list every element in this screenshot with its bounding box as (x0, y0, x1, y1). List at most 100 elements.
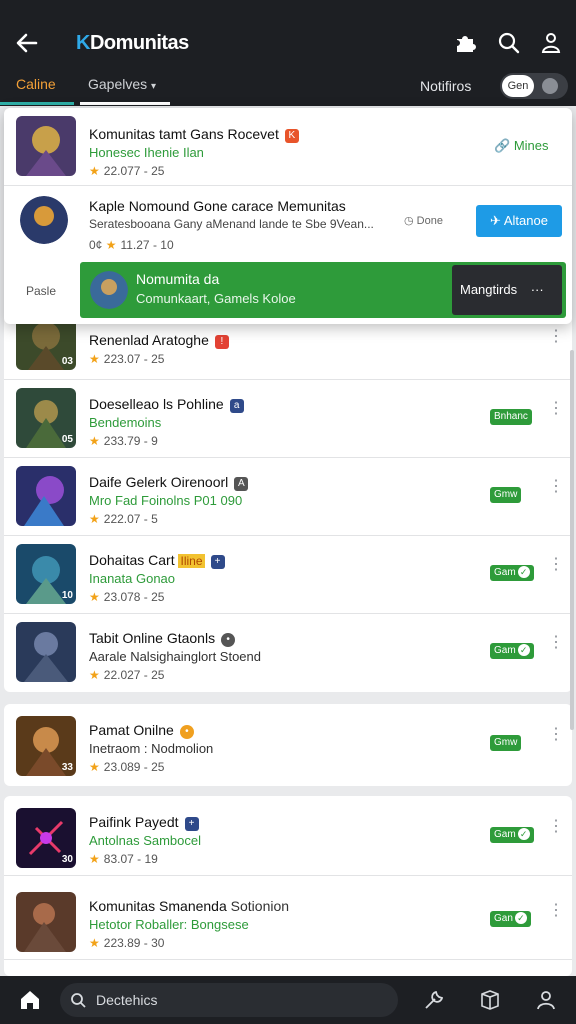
status-badge: Gmw (490, 735, 522, 751)
home-icon[interactable] (18, 988, 42, 1012)
more-horizontal-icon[interactable]: ··· (531, 282, 544, 297)
game-thumbnail (16, 892, 76, 952)
more-vertical-icon[interactable]: ⋮ (548, 819, 564, 835)
clock-icon: ◷ (404, 215, 414, 227)
game-thumbnail: 05 (16, 388, 76, 448)
game-rating: 223.07 - 25 (103, 352, 165, 366)
puzzle-icon[interactable] (452, 30, 478, 56)
star-icon: ★ (89, 668, 100, 682)
level-badge: 05 (61, 434, 73, 445)
list-item[interactable]: 10 Dohaitas Cart Iline + Inanata Gonao ★ 2… (4, 534, 572, 614)
game-rating: 233.79 - 9 (103, 434, 158, 448)
status-label: Gam (494, 645, 516, 656)
list-item[interactable]: 33 Pamat Onilne • Inetraom : Nodmolion ★ 2… (4, 704, 572, 784)
popup-meta: ★ 22.077 - 25 (89, 164, 164, 178)
paste-label[interactable]: Pasle (26, 284, 56, 298)
more-vertical-icon[interactable]: ⋮ (548, 401, 564, 417)
game-meta: ★ 223.07 - 25 (89, 352, 164, 366)
popup-item[interactable]: Kaple Nomound Gone carace Memunitas Sera… (4, 186, 572, 264)
search-input[interactable]: Dectehics (60, 983, 398, 1017)
chevron-down-icon: ▾ (151, 81, 157, 92)
check-icon: ✓ (517, 566, 530, 578)
more-vertical-icon[interactable]: ⋮ (548, 903, 564, 919)
game-tag: Iline (178, 554, 205, 568)
search-icon (71, 993, 86, 1008)
more-vertical-icon[interactable]: ⋮ (548, 727, 564, 743)
game-thumbnail: 10 (16, 544, 76, 604)
list-item[interactable]: 05 Doeselleao ls Pohline a Bendemoins ★ 23… (4, 378, 572, 458)
wrench-icon[interactable] (422, 988, 446, 1012)
more-vertical-icon[interactable]: ⋮ (548, 557, 564, 573)
game-rating: 83.07 - 19 (103, 852, 158, 866)
game-badge: ! (214, 335, 229, 349)
toggle-knob (542, 78, 558, 94)
toggle-label: Gen (502, 75, 534, 97)
list-item[interactable]: 30 Paifink Payedt + Antolnas Sambocel ★ 83… (4, 796, 572, 876)
game-title: Tabit Online Gtaonls • (89, 630, 236, 647)
toast-subtitle: Comunkaart, Gamels Koloe (136, 291, 296, 306)
more-vertical-icon[interactable]: ⋮ (548, 329, 564, 345)
notifications-toggle[interactable]: Gen (500, 73, 568, 99)
game-title: Komunitas Smanenda Sotionion (89, 898, 289, 914)
list-item[interactable]: Tabit Online Gtaonls • Aarale Nalsighaing… (4, 612, 572, 692)
popup-badge: K (284, 129, 299, 143)
level-badge: 10 (61, 590, 73, 601)
game-rating: 222.07 - 5 (103, 512, 158, 526)
game-meta: ★ 233.79 - 9 (89, 434, 158, 448)
star-icon: ★ (89, 936, 100, 950)
star-icon: ★ (105, 238, 117, 252)
app-title-k: K (76, 32, 90, 54)
game-badge: • (179, 725, 194, 739)
active-tab-indicator (0, 102, 74, 105)
title-row: KDomunitas (0, 22, 576, 66)
back-arrow-icon[interactable] (14, 30, 42, 58)
list-item[interactable]: Komunitas Smanenda Sotionion Hetotor Rob… (4, 880, 572, 960)
star-icon: ★ (89, 760, 100, 774)
game-thumbnail (16, 622, 76, 682)
list-item[interactable]: Daife Gelerk Oirenoorl A Mro Fad Foinolns… (4, 456, 572, 536)
status-badge: Gam ✓ (490, 643, 534, 659)
popup-title-text: Komunitas tamt Gans Rocevet (89, 126, 279, 142)
check-icon: ✓ (517, 644, 530, 656)
star-icon: ★ (89, 852, 100, 866)
more-vertical-icon[interactable]: ⋮ (548, 635, 564, 651)
game-subtitle: Hetotor Roballer: Bongsese (89, 917, 249, 932)
mines-label: Mines (513, 138, 549, 153)
tab-caline[interactable]: Caline (16, 76, 56, 92)
tab-gapelves[interactable]: Gapelves ▾ (88, 76, 156, 92)
altanoe-button[interactable]: ✈ Altanoe (476, 205, 562, 237)
status-badge: Gam ✓ (490, 565, 534, 581)
mines-link[interactable]: 🔗 Mines (494, 138, 549, 154)
status-badge: Gmw (490, 487, 522, 503)
popup-meta-prefix: 0¢ (89, 238, 103, 252)
toast-action-label: Mangtirds (460, 282, 518, 297)
star-icon: ★ (89, 352, 100, 366)
scrollbar[interactable] (570, 350, 574, 730)
game-title-text: Renenlad Aratoghe (89, 332, 209, 348)
snackbar[interactable]: Nomumita da Comunkaart, Gamels Koloe Man… (80, 262, 566, 318)
cube-icon[interactable] (478, 988, 502, 1012)
game-title-text: Tabit Online Gtaonls (89, 630, 216, 646)
done-label-text: Done (416, 215, 443, 227)
more-vertical-icon[interactable]: ⋮ (548, 479, 564, 495)
game-meta: ★ 83.07 - 19 (89, 852, 158, 866)
game-badge: a (229, 399, 244, 413)
game-subtitle: Mro Fad Foinolns P01 090 (89, 493, 243, 508)
game-title: Daife Gelerk Oirenoorl A (89, 474, 249, 491)
user-icon[interactable] (534, 988, 558, 1012)
toast-action-button[interactable]: Mangtirds ··· (452, 265, 562, 315)
game-rating: 23.078 - 25 (103, 590, 165, 604)
search-icon[interactable] (496, 30, 522, 56)
status-badge: Bnhanc (490, 409, 532, 425)
game-meta: ★ 222.07 - 5 (89, 512, 158, 526)
popup-item[interactable]: Komunitas tamt Gans Rocevet K Honesec Ihe… (4, 108, 572, 186)
game-meta: ★ 23.078 - 25 (89, 590, 164, 604)
popup-rating: 22.077 - 25 (103, 164, 165, 178)
status-label: Gam (494, 829, 516, 840)
user-icon[interactable] (538, 30, 564, 56)
status-badge: Gam ✓ (490, 827, 534, 843)
notification-popup: Komunitas tamt Gans Rocevet K Honesec Ihe… (4, 108, 572, 324)
level-badge: 03 (61, 356, 73, 367)
tab-bar: Caline Gapelves ▾ Notifiros Gen (0, 66, 576, 106)
game-title-text: Paifink Payedt (89, 814, 179, 830)
